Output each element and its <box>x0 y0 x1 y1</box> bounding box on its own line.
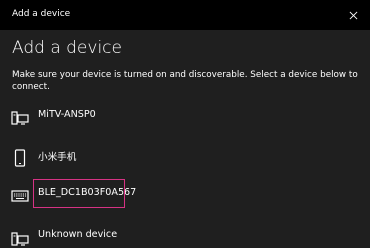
device-name: Unknown device <box>38 229 118 240</box>
device-name: MiTV-ANSP0 <box>38 109 96 120</box>
device-name: 小米手机 <box>38 152 77 163</box>
device-item-ble[interactable]: BLE_DC1B03F0A567 <box>0 176 370 212</box>
add-device-window: Add a device Add a device Make sure your… <box>0 0 370 248</box>
device-item-mitv[interactable]: MiTV-ANSP0 <box>0 100 370 136</box>
device-name: BLE_DC1B03F0A567 <box>38 187 137 198</box>
page-title: Add a device <box>12 38 122 58</box>
window-title: Add a device <box>12 9 71 19</box>
keyboard-icon <box>10 186 30 206</box>
device-item-unknown[interactable]: Unknown device <box>0 222 370 248</box>
phone-icon <box>10 148 30 168</box>
instructions-text: Make sure your device is turned on and d… <box>12 70 358 92</box>
device-item-phone[interactable]: 小米手机 <box>0 138 370 174</box>
close-button[interactable] <box>344 6 362 24</box>
close-icon <box>349 11 357 19</box>
monitor-icon <box>10 229 30 248</box>
title-bar: Add a device <box>0 0 370 30</box>
monitor-icon <box>10 108 30 128</box>
